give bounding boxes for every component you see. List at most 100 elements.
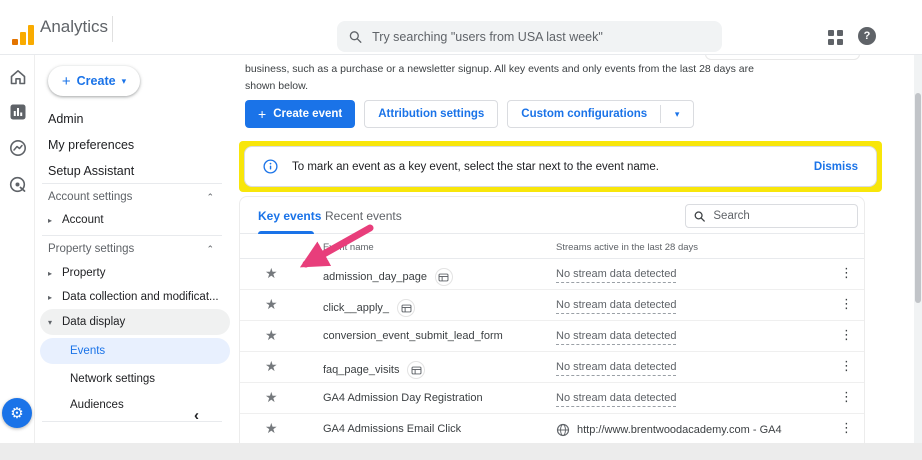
tree-item-data-collection[interactable]: ▸Data collection and modificat... (48, 291, 234, 303)
event-name: admission_day_page (323, 268, 453, 286)
kebab-menu-icon[interactable]: ⋮ (840, 359, 853, 374)
tri-down-icon: ▾ (48, 318, 62, 327)
active-tab-underline (258, 231, 314, 234)
sidebar-item-network-settings[interactable]: Network settings (40, 366, 230, 392)
kebab-menu-icon[interactable]: ⋮ (840, 390, 853, 405)
analytics-logo-icon (12, 24, 34, 45)
tree-item-data-display[interactable]: ▾Data display (40, 309, 230, 335)
home-icon[interactable] (8, 67, 28, 87)
sidebar-item-network-settings-label: Network settings (70, 373, 155, 385)
plus-icon: + (258, 106, 266, 122)
left-icon-rail (0, 55, 35, 443)
stream-url: http://www.brentwoodacademy.com - GA4 (577, 424, 782, 436)
sidebar-item-events[interactable]: Events (40, 338, 230, 364)
tree-item-property[interactable]: ▸Property (48, 267, 234, 279)
no-stream-link[interactable]: No stream data detected (556, 299, 676, 314)
table-row: ★ click__apply_ No stream data detected … (240, 290, 864, 321)
table-row: ★ admission_day_page No stream data dete… (240, 259, 864, 290)
stream-status: No stream data detected (556, 392, 676, 404)
chevron-up-icon: ⌃ (206, 244, 214, 255)
tab-key-events[interactable]: Key events (258, 197, 321, 234)
global-search-input[interactable] (372, 30, 710, 44)
create-button-label: Create (77, 74, 116, 88)
plus-icon: + (62, 73, 71, 90)
no-stream-link[interactable]: No stream data detected (556, 392, 676, 407)
yellow-highlight-annotation: To mark an event as a key event, select … (239, 141, 882, 192)
bottom-margin-strip (0, 443, 922, 460)
dismiss-button[interactable]: Dismiss (814, 161, 858, 173)
kebab-menu-icon[interactable]: ⋮ (840, 421, 853, 436)
sidebar-item-audiences-label: Audiences (70, 399, 124, 411)
star-icon[interactable]: ★ (265, 266, 278, 282)
event-name: GA4 Admission Day Registration (323, 392, 483, 404)
event-name: click__apply_ (323, 299, 415, 317)
divider (42, 235, 222, 236)
intro-line-1: business, such as a purchase or a newsle… (245, 61, 754, 78)
tree-item-property-label: Property (62, 267, 105, 279)
sidebar-item-audiences[interactable]: Audiences (40, 392, 230, 418)
star-icon[interactable]: ★ (265, 359, 278, 375)
brand-title: Analytics (40, 17, 108, 37)
kebab-menu-icon[interactable]: ⋮ (840, 266, 853, 281)
intro-paragraph: business, such as a purchase or a newsle… (245, 61, 754, 95)
create-button[interactable]: + Create ▾ (48, 66, 140, 96)
table-search-input[interactable] (713, 210, 849, 222)
scrollbar-track[interactable] (914, 55, 922, 443)
custom-configurations-split-button: Custom configurations ▾ (507, 100, 694, 128)
star-icon[interactable]: ★ (265, 328, 278, 344)
sidebar-item-admin[interactable]: Admin (48, 112, 83, 126)
apps-grid-icon[interactable] (828, 30, 843, 45)
stream-status: No stream data detected (556, 361, 676, 373)
table-row: ★ faq_page_visits No stream data detecte… (240, 352, 864, 383)
kebab-menu-icon[interactable]: ⋮ (840, 328, 853, 343)
custom-configurations-caret-button[interactable]: ▾ (661, 101, 693, 127)
tree-item-account-label: Account (62, 214, 104, 226)
attribution-settings-button[interactable]: Attribution settings (364, 100, 498, 128)
intro-line-2: shown below. (245, 78, 754, 95)
tree-item-data-collection-label: Data collection and modificat... (62, 291, 219, 303)
star-icon[interactable]: ★ (265, 297, 278, 313)
no-stream-link[interactable]: No stream data detected (556, 330, 676, 345)
tri-right-icon: ▸ (48, 293, 62, 302)
events-card: Key events Recent events Event name Stre… (239, 196, 865, 443)
divider (42, 183, 222, 184)
create-event-button[interactable]: + Create event (245, 100, 355, 128)
section-account-settings[interactable]: Account settings ⌃ (48, 191, 228, 203)
section-account-settings-label: Account settings (48, 191, 132, 203)
table-search[interactable] (685, 204, 858, 228)
sidebar-item-my-preferences[interactable]: My preferences (48, 138, 134, 152)
event-name: conversion_event_submit_lead_form (323, 330, 503, 342)
no-stream-link[interactable]: No stream data detected (556, 361, 676, 376)
admin-gear-button[interactable]: ⚙ (2, 398, 32, 428)
section-property-settings[interactable]: Property settings ⌃ (48, 243, 228, 255)
info-icon (263, 159, 278, 174)
sidebar-item-events-label: Events (70, 345, 105, 357)
collapse-sidebar-icon[interactable]: ‹ (194, 407, 199, 424)
create-event-label: Create event (273, 108, 342, 120)
advertising-icon[interactable] (8, 174, 28, 194)
explore-icon[interactable] (8, 138, 28, 158)
tree-item-account[interactable]: ▸Account (48, 214, 234, 226)
event-name: GA4 Admissions Email Click (323, 423, 461, 435)
created-event-badge-icon (407, 361, 425, 379)
topbar-divider (112, 16, 113, 42)
caret-down-icon: ▾ (122, 76, 127, 87)
no-stream-link[interactable]: No stream data detected (556, 268, 676, 283)
star-icon[interactable]: ★ (265, 421, 278, 437)
global-search[interactable] (337, 21, 722, 52)
event-name: faq_page_visits (323, 361, 425, 379)
star-icon[interactable]: ★ (265, 390, 278, 406)
custom-configurations-button[interactable]: Custom configurations (508, 101, 660, 127)
tri-right-icon: ▸ (48, 269, 62, 278)
sidebar-item-setup-assistant[interactable]: Setup Assistant (48, 164, 134, 178)
kebab-menu-icon[interactable]: ⋮ (840, 297, 853, 312)
tree-item-data-display-label: Data display (62, 316, 125, 328)
help-icon[interactable]: ? (858, 27, 876, 45)
stream-status: http://www.brentwoodacademy.com - GA4 (556, 423, 782, 437)
reports-icon[interactable] (8, 102, 28, 122)
tab-recent-events[interactable]: Recent events (325, 197, 402, 234)
created-event-badge-icon (435, 268, 453, 286)
main-content: Key events are the events that measure t… (235, 55, 914, 443)
table-row: ★ conversion_event_submit_lead_form No s… (240, 321, 864, 352)
scrollbar-thumb[interactable] (915, 93, 921, 303)
